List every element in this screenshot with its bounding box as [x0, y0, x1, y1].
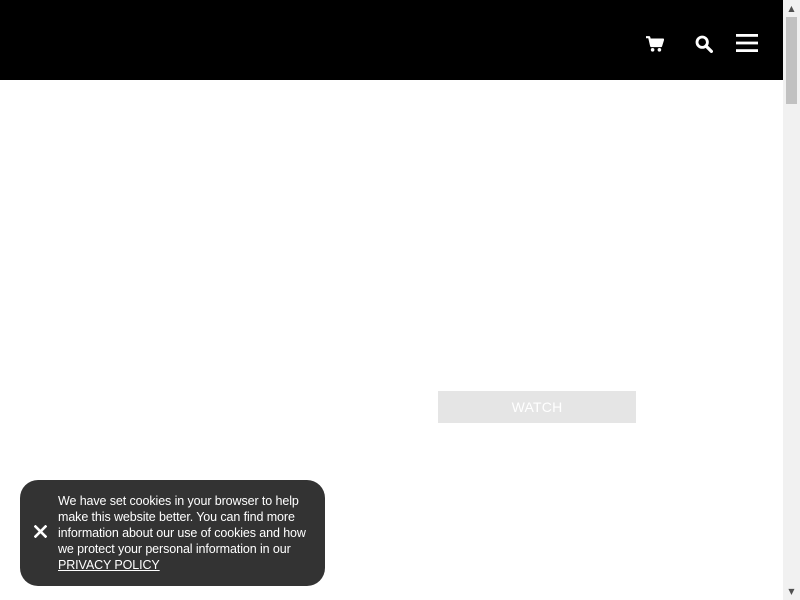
watch-button[interactable]: WATCH: [438, 391, 636, 423]
cookie-banner: We have set cookies in your browser to h…: [20, 480, 325, 586]
scrollbar-thumb[interactable]: [786, 17, 797, 104]
cookie-message-text: We have set cookies in your browser to h…: [58, 494, 306, 556]
cart-icon[interactable]: [639, 28, 671, 60]
scroll-down-arrow-icon[interactable]: ▼: [783, 583, 800, 600]
close-icon[interactable]: [31, 522, 49, 540]
site-header: [0, 0, 783, 80]
scroll-up-arrow-icon[interactable]: ▲: [783, 0, 800, 17]
privacy-policy-link[interactable]: PRIVACY POLICY: [58, 558, 160, 572]
hamburger-menu-icon[interactable]: [731, 27, 763, 59]
search-icon[interactable]: [688, 28, 720, 60]
cookie-message: We have set cookies in your browser to h…: [58, 493, 313, 573]
vertical-scrollbar[interactable]: ▲ ▼: [783, 0, 800, 600]
page: WATCH We have set cookies in your browse…: [0, 0, 800, 600]
